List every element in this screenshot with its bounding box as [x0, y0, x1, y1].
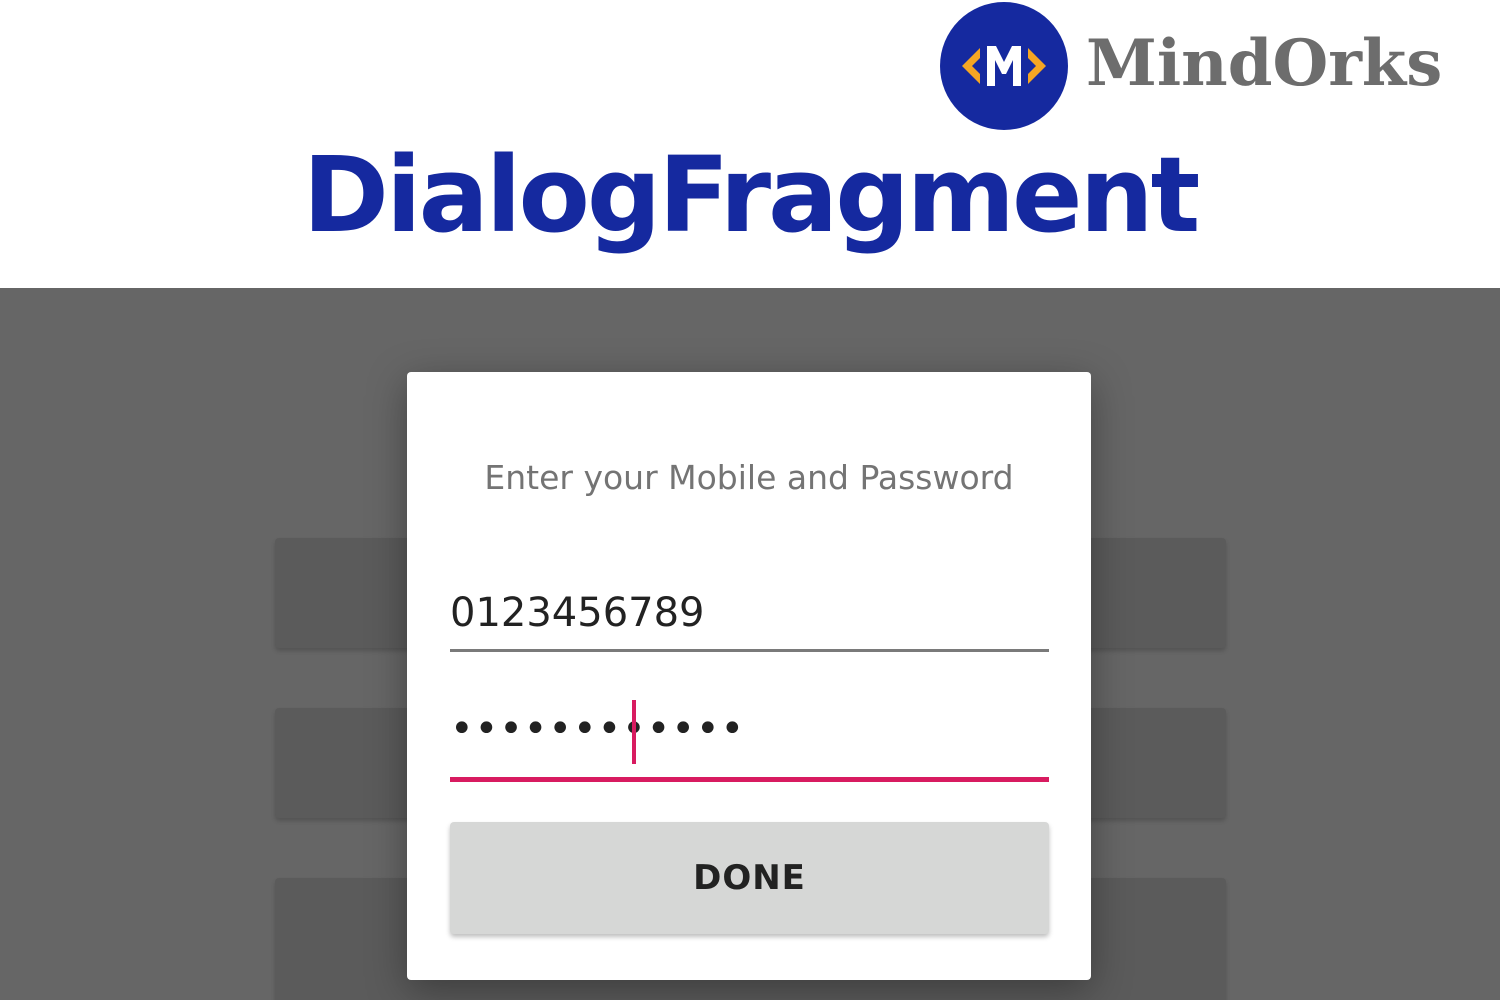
- page-title: DialogFragment: [302, 134, 1201, 256]
- text-cursor: [632, 700, 636, 764]
- mindorks-logo-icon: [940, 2, 1068, 130]
- mobile-value: 0123456789: [450, 590, 705, 636]
- done-button[interactable]: DONE: [450, 822, 1049, 934]
- banner-header: MindOrks DialogFragment: [0, 0, 1500, 288]
- mobile-field-underline: [450, 649, 1049, 652]
- brand-name: MindOrks: [1086, 26, 1443, 101]
- mindorks-m-logo-icon: [962, 46, 1046, 86]
- brand: MindOrks: [940, 2, 1442, 130]
- login-dialog: Enter your Mobile and Password 012345678…: [407, 372, 1091, 980]
- dialog-title: Enter your Mobile and Password: [484, 458, 1014, 497]
- mobile-field[interactable]: 0123456789: [450, 580, 1049, 652]
- app-screen-scrim: Enter your Mobile and Password 012345678…: [0, 288, 1500, 1000]
- password-field-underline: [450, 777, 1049, 782]
- password-field[interactable]: ••••••••••••: [450, 700, 1049, 782]
- password-value: ••••••••••••: [450, 706, 746, 752]
